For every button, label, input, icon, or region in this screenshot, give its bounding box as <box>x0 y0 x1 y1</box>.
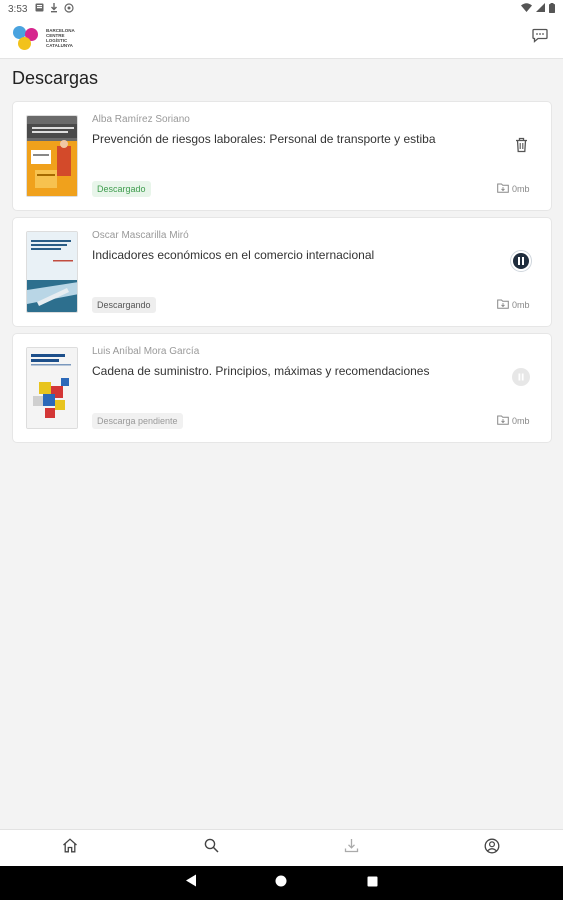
app-header: Barcelona Centre Logístic Catalunya <box>0 18 563 59</box>
book-author: Oscar Mascarilla Miró <box>92 230 189 241</box>
folder-icon <box>497 299 509 311</box>
book-cover <box>26 115 78 197</box>
file-size: 0mb <box>497 299 530 311</box>
book-cover <box>26 347 78 429</box>
download-item[interactable]: Alba Ramírez Soriano Prevención de riesg… <box>12 101 552 211</box>
nav-home-button[interactable] <box>60 838 80 858</box>
status-badge: Descarga pendiente <box>92 413 183 429</box>
back-icon <box>185 874 197 892</box>
nav-profile-button[interactable] <box>482 838 502 858</box>
download-item[interactable]: Oscar Mascarilla Miró Indicadores económ… <box>12 217 552 327</box>
system-home-button[interactable] <box>274 874 288 892</box>
system-recents-button[interactable] <box>365 876 379 890</box>
logo-text: Barcelona Centre Logístic Catalunya <box>46 28 75 48</box>
pending-icon <box>510 366 532 393</box>
status-badge: Descargado <box>92 181 151 197</box>
signal-icon <box>536 3 545 15</box>
system-navigation-bar <box>0 866 563 900</box>
logo-mark-icon <box>12 24 42 52</box>
profile-icon <box>484 838 500 859</box>
status-badge: Descargando <box>92 297 156 313</box>
file-size-value: 0mb <box>512 300 530 310</box>
file-size: 0mb <box>497 183 530 195</box>
home-icon <box>62 838 78 858</box>
download-status-icon <box>50 2 58 16</box>
bottom-navigation <box>0 829 563 866</box>
file-size-value: 0mb <box>512 184 530 194</box>
folder-icon <box>497 415 509 427</box>
pending-button[interactable] <box>510 366 532 393</box>
delete-button[interactable] <box>510 136 532 158</box>
file-size-value: 0mb <box>512 416 530 426</box>
nav-search-button[interactable] <box>201 838 221 858</box>
book-title[interactable]: Cadena de suministro. Principios, máxima… <box>92 364 452 378</box>
search-icon <box>204 838 219 858</box>
app-logo[interactable]: Barcelona Centre Logístic Catalunya <box>12 24 84 52</box>
notification-icon <box>35 3 44 15</box>
pause-icon <box>510 249 532 277</box>
system-back-button[interactable] <box>184 874 198 892</box>
book-title[interactable]: Indicadores económicos en el comercio in… <box>92 248 452 262</box>
nav-downloads-button[interactable] <box>341 838 361 858</box>
chat-button[interactable] <box>529 27 551 49</box>
download-item[interactable]: Luis Aníbal Mora García Cadena de sumini… <box>12 333 552 443</box>
sync-status-icon <box>64 2 75 16</box>
downloads-icon <box>344 838 359 858</box>
home-circle-icon <box>275 874 287 892</box>
book-title[interactable]: Prevención de riesgos laborales: Persona… <box>92 132 452 146</box>
book-author: Luis Aníbal Mora García <box>92 346 200 357</box>
downloads-list: Alba Ramírez Soriano Prevención de riesg… <box>12 101 552 449</box>
status-bar: 3:53 <box>0 0 563 18</box>
recents-icon <box>367 874 378 892</box>
pause-button[interactable] <box>510 249 532 277</box>
battery-icon <box>549 2 555 16</box>
book-author: Alba Ramírez Soriano <box>92 114 190 125</box>
trash-icon <box>515 137 528 158</box>
book-cover <box>26 231 78 313</box>
page-title: Descargas <box>12 68 99 88</box>
file-size: 0mb <box>497 415 530 427</box>
folder-icon <box>497 183 509 195</box>
status-time: 3:53 <box>8 3 28 15</box>
chat-icon <box>532 28 548 48</box>
wifi-icon <box>521 3 532 15</box>
